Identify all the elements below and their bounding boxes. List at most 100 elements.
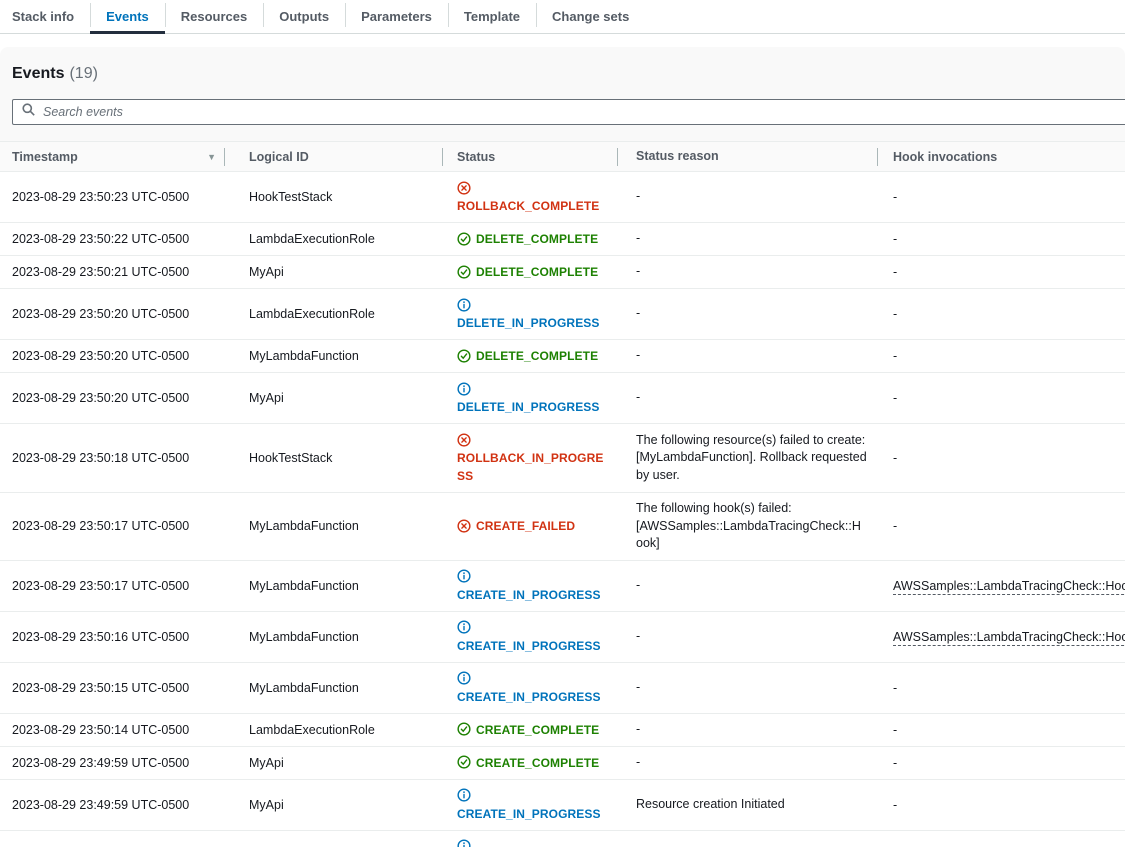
column-header-label: Status [457, 150, 495, 164]
event-status-reason-text: - [636, 629, 640, 643]
event-status-reason-text: - [636, 680, 640, 694]
search-input[interactable] [43, 100, 1125, 124]
event-row: 2023-08-29 23:50:14 UTC-0500LambdaExecut… [0, 713, 1125, 746]
tab-parameters[interactable]: Parameters [345, 0, 448, 33]
event-logical-id-text: HookTestStack [249, 190, 332, 204]
event-status-reason: - [617, 340, 877, 373]
event-timestamp: 2023-08-29 23:50:15 UTC-0500 [0, 662, 224, 713]
status-error-icon [457, 519, 476, 533]
event-logical-id: LambdaExecutionRole [224, 713, 442, 746]
event-status-label: CREATE_COMPLETE [476, 756, 599, 770]
tab-change-sets[interactable]: Change sets [536, 0, 645, 33]
status-info-icon [457, 789, 476, 803]
status-success-icon [457, 723, 476, 737]
event-logical-id-text: MyLambdaFunction [249, 519, 359, 533]
status-info-icon [457, 672, 476, 686]
event-status-reason: - [617, 713, 877, 746]
event-logical-id-text: MyLambdaFunction [249, 630, 359, 644]
event-status: DELETE_COMPLETE [442, 256, 617, 289]
column-header-label: Hook invocations [893, 150, 997, 164]
tab-resources[interactable]: Resources [165, 0, 263, 33]
events-table: Timestamp ▼ Logical ID Status Status rea… [0, 141, 1125, 847]
search-box[interactable] [12, 99, 1125, 125]
status-success-icon [457, 349, 476, 363]
column-header-status: Status [442, 142, 617, 172]
event-timestamp: 2023-08-29 23:50:23 UTC-0500 [0, 172, 224, 223]
column-header-timestamp[interactable]: Timestamp ▼ [0, 142, 224, 172]
event-status: DELETE_COMPLETE [442, 340, 617, 373]
tab-label: Resources [181, 9, 247, 24]
hook-invocation-link[interactable]: AWSSamples::LambdaTracingCheck::Hook [893, 579, 1125, 593]
event-hook-invocations-text: - [893, 756, 897, 770]
event-status: DELETE_COMPLETE [442, 223, 617, 256]
event-row: 2023-08-29 23:49:59 UTC-0500 MyApi CREATE_… [0, 779, 1125, 830]
event-row: 2023-08-29 23:50:21 UTC-0500MyApiDELETE_… [0, 256, 1125, 289]
event-hook-invocations: - [877, 662, 1125, 713]
event-logical-id-text: MyApi [249, 756, 284, 770]
status-info-icon [457, 298, 476, 312]
event-hook-invocations-text: - [893, 723, 897, 737]
event-status: CREATE_IN_PROGRESS [442, 611, 617, 662]
event-status-reason: The following hook(s) failed: [AWSSample… [617, 493, 877, 561]
event-status-label: DELETE_COMPLETE [476, 265, 598, 279]
tab-stack-info[interactable]: Stack info [12, 0, 90, 33]
event-logical-id: HookTestStack [224, 424, 442, 493]
event-timestamp: 2023-08-29 23:50:18 UTC-0500 [0, 424, 224, 493]
event-row: 2023-08-29 23:50:23 UTC-0500 HookTestStac… [0, 172, 1125, 223]
event-status-label: CREATE_IN_PROGRESS [457, 639, 601, 653]
event-hook-invocations: - [877, 223, 1125, 256]
tab-outputs[interactable]: Outputs [263, 0, 345, 33]
tab-template[interactable]: Template [448, 0, 536, 33]
event-timestamp-text: 2023-08-29 23:50:15 UTC-0500 [12, 681, 189, 695]
event-row: 2023-08-29 23:50:20 UTC-0500MyApiDELETE_… [0, 373, 1125, 424]
event-row: 2023-08-29 23:50:20 UTC-0500LambdaExecut… [0, 289, 1125, 340]
column-header-logical-id: Logical ID [224, 142, 442, 172]
event-timestamp: 2023-08-29 23:49:59 UTC-0500 [0, 779, 224, 830]
status-error-icon [457, 181, 476, 195]
hook-invocation-link[interactable]: AWSSamples::LambdaTracingCheck::Hook [893, 630, 1125, 644]
event-status-reason: - [617, 560, 877, 611]
tab-bar: Stack infoEvents Resources OutputsParamete… [0, 0, 1125, 34]
event-timestamp-text: 2023-08-29 23:50:18 UTC-0500 [12, 451, 189, 465]
event-status-reason: - [617, 256, 877, 289]
event-status-reason-text: - [636, 231, 640, 245]
event-logical-id: MyLambdaFunction [224, 493, 442, 561]
event-logical-id-text: LambdaExecutionRole [249, 307, 375, 321]
event-status-reason-text: - [636, 264, 640, 278]
event-status-reason-text: - [636, 578, 640, 592]
sort-descending-icon[interactable]: ▼ [207, 142, 216, 172]
events-table-body: 2023-08-29 23:50:23 UTC-0500 HookTestStac… [0, 172, 1125, 847]
event-timestamp-text: 2023-08-29 23:50:17 UTC-0500 [12, 579, 189, 593]
event-timestamp-text: 2023-08-29 23:50:22 UTC-0500 [12, 232, 189, 246]
event-hook-invocations: - [877, 713, 1125, 746]
event-logical-id: LambdaExecutionRole [224, 223, 442, 256]
tab-events[interactable]: Events [90, 0, 165, 33]
event-logical-id: MyApi [224, 779, 442, 830]
event-logical-id: LambdaExecutionRole [224, 830, 442, 847]
event-status-label: CREATE_FAILED [476, 519, 575, 533]
event-status-reason-text: - [636, 722, 640, 736]
event-status-reason: - [617, 223, 877, 256]
event-status-reason-text: - [636, 306, 640, 320]
status-info-icon [457, 840, 476, 847]
event-status-reason-text: Resource creation Initiated [636, 797, 785, 811]
event-timestamp: 2023-08-29 23:50:16 UTC-0500 [0, 611, 224, 662]
event-timestamp-text: 2023-08-29 23:49:59 UTC-0500 [12, 798, 189, 812]
event-timestamp-text: 2023-08-29 23:50:20 UTC-0500 [12, 349, 189, 363]
event-row: 2023-08-29 23:50:17 UTC-0500MyLambdaFunc… [0, 493, 1125, 561]
event-hook-invocations: AWSSamples::LambdaTracingCheck::Hook [877, 611, 1125, 662]
event-hook-invocations-text: - [893, 349, 897, 363]
event-status-reason: - [617, 373, 877, 424]
event-hook-invocations: - [877, 830, 1125, 847]
event-logical-id: MyApi [224, 256, 442, 289]
column-header-label: Logical ID [249, 150, 309, 164]
event-logical-id-text: MyLambdaFunction [249, 681, 359, 695]
event-hook-invocations: - [877, 340, 1125, 373]
event-status-reason: The following resource(s) failed to crea… [617, 424, 877, 493]
event-status-reason: - [617, 172, 877, 223]
event-status-reason: Resource creation Initiated [617, 779, 877, 830]
event-row: 2023-08-29 23:50:18 UTC-0500 HookTestStac… [0, 424, 1125, 493]
event-logical-id-text: LambdaExecutionRole [249, 723, 375, 737]
status-success-icon [457, 232, 476, 246]
event-status-label: CREATE_IN_PROGRESS [457, 807, 601, 821]
